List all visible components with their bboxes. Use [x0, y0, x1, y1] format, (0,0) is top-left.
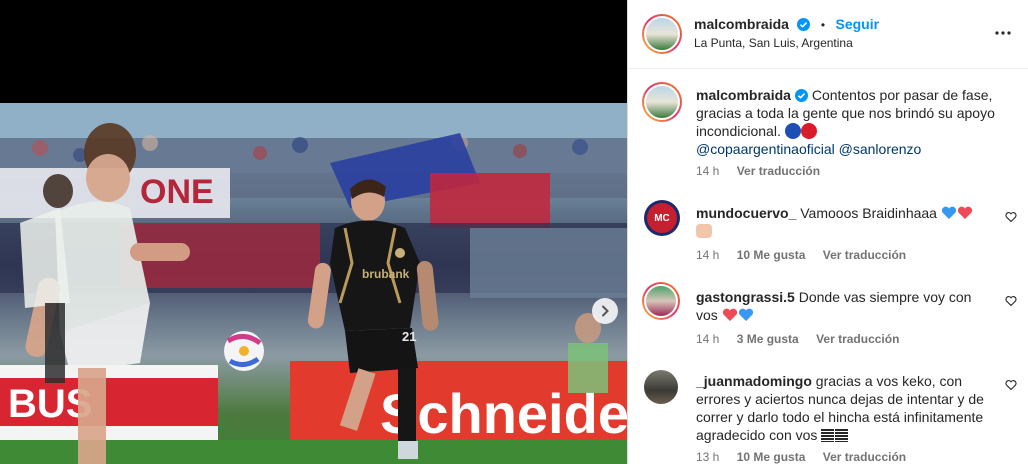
- comment-text-block: mundocuervo_ Vamooos Braidinhaaa: [696, 204, 996, 240]
- comment-text: Vamooos Braidinhaaa: [800, 205, 937, 221]
- comment-see-translation[interactable]: Ver traducción: [816, 332, 899, 346]
- comment-meta: 14 h 3 Me gusta Ver traducción: [696, 332, 913, 346]
- caption-text-block: malcombraida Contentos por pasar de fase…: [696, 86, 1014, 158]
- author-avatar[interactable]: [642, 14, 682, 54]
- verified-badge-icon: [797, 18, 811, 31]
- comment-username[interactable]: _juanmadomingo: [696, 373, 812, 389]
- banner-text: ONE: [140, 173, 214, 211]
- comment-meta: 13 h 10 Me gusta Ver traducción: [696, 450, 920, 464]
- follow-button[interactable]: Seguir: [836, 16, 880, 32]
- chevron-right-icon: [602, 305, 609, 317]
- caption-meta: 14 h Ver traducción: [696, 164, 834, 178]
- header-separator: •: [820, 18, 826, 32]
- post-media[interactable]: ONE BUS Schneide brubank 21: [0, 0, 627, 464]
- instagram-post-view: ONE BUS Schneide brubank 21 malcombraida…: [0, 0, 1028, 464]
- comment-avatar[interactable]: [644, 370, 678, 404]
- comment-meta: 14 h 10 Me gusta Ver traducción: [696, 248, 920, 262]
- comment-username[interactable]: gastongrassi.5: [696, 289, 795, 305]
- caption-avatar[interactable]: [642, 82, 682, 122]
- shorts-number: 21: [402, 329, 416, 344]
- like-heart-icon[interactable]: [1005, 211, 1017, 223]
- comment-likes[interactable]: 10 Me gusta: [737, 450, 806, 464]
- flag-emoji: [821, 429, 835, 442]
- comment-avatar[interactable]: [642, 282, 680, 320]
- red-heart-emoji: [722, 308, 737, 321]
- like-heart-icon[interactable]: [1005, 295, 1017, 307]
- red-circle-emoji: [800, 123, 817, 139]
- avatar-initials: MC: [647, 203, 677, 233]
- blue-circle-emoji: [784, 123, 801, 139]
- comment-likes[interactable]: 3 Me gusta: [737, 332, 799, 346]
- post-location[interactable]: La Punta, San Luis, Argentina: [694, 36, 853, 50]
- soccer-ball: [224, 331, 264, 371]
- comment-time: 14 h: [696, 332, 720, 346]
- comment-item: _juanmadomingo gracias a vos keko, con e…: [628, 366, 1028, 464]
- next-photo-button[interactable]: [592, 298, 618, 324]
- post-photo: ONE BUS Schneide brubank 21: [0, 103, 627, 464]
- more-options-icon[interactable]: [994, 30, 1012, 36]
- comment-see-translation[interactable]: Ver traducción: [823, 450, 906, 464]
- like-heart-icon[interactable]: [1005, 379, 1017, 391]
- blue-heart-emoji: [738, 308, 753, 321]
- post-header: malcombraida • Seguir La Punta, San Luis…: [628, 0, 1028, 69]
- comment-text-block: _juanmadomingo gracias a vos keko, con e…: [696, 372, 996, 444]
- comment-time: 14 h: [696, 248, 720, 262]
- author-username[interactable]: malcombraida: [694, 16, 789, 32]
- flag-emoji: [835, 429, 849, 442]
- comment-text-block: gastongrassi.5 Donde vas siempre voy con…: [696, 288, 996, 324]
- comment-avatar[interactable]: MC: [644, 200, 680, 236]
- comment-username[interactable]: mundocuervo_: [696, 205, 796, 221]
- comment-likes[interactable]: 10 Me gusta: [737, 248, 806, 262]
- comment-time: 13 h: [696, 450, 720, 464]
- comment-see-translation[interactable]: Ver traducción: [823, 248, 906, 262]
- shirt-sponsor: brubank: [362, 267, 410, 281]
- caption-username[interactable]: malcombraida: [696, 87, 791, 103]
- clapping-hands-emoji: [696, 224, 712, 238]
- mention-copaargentina[interactable]: @copaargentinaoficial: [696, 141, 835, 157]
- verified-badge-icon: [794, 89, 808, 102]
- caption-time: 14 h: [696, 164, 720, 178]
- caption-see-translation[interactable]: Ver traducción: [737, 164, 820, 178]
- post-side-panel: malcombraida • Seguir La Punta, San Luis…: [627, 0, 1028, 464]
- mention-sanlorenzo[interactable]: @sanlorenzo: [839, 141, 922, 157]
- blue-heart-emoji: [941, 206, 956, 219]
- football-scene: ONE BUS Schneide brubank 21: [0, 103, 627, 464]
- red-heart-emoji: [957, 206, 972, 219]
